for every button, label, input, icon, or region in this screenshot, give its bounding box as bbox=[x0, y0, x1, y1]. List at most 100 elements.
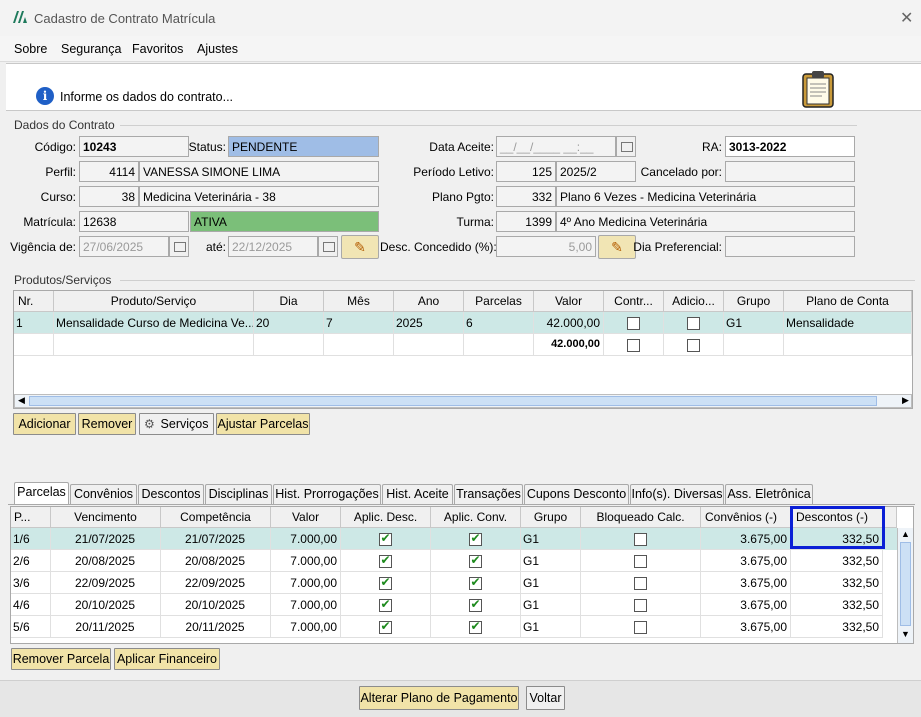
plano-nome-field[interactable]: Plano 6 Vezes - Medicina Veterinária bbox=[556, 186, 855, 207]
calendar-icon[interactable] bbox=[318, 236, 338, 257]
curso-id-field[interactable]: 38 bbox=[79, 186, 139, 207]
checkbox[interactable] bbox=[468, 575, 482, 591]
col-header[interactable]: Mês bbox=[324, 291, 394, 312]
col-header[interactable]: Parcelas bbox=[464, 291, 534, 312]
codigo-field[interactable]: 10243 bbox=[79, 136, 189, 157]
checkbox[interactable] bbox=[468, 553, 482, 569]
ra-field[interactable]: 3013-2022 bbox=[725, 136, 855, 157]
periodo-id-field[interactable]: 125 bbox=[496, 161, 556, 182]
checkbox[interactable] bbox=[378, 597, 392, 613]
checkbox[interactable] bbox=[626, 317, 640, 331]
cell-grupo: G1 bbox=[724, 312, 784, 334]
ajustar-parcelas-button[interactable]: Ajustar Parcelas bbox=[216, 413, 310, 435]
checkbox[interactable] bbox=[378, 553, 392, 569]
menu-seguranca[interactable]: Segurança bbox=[61, 42, 121, 56]
col-header[interactable]: Dia bbox=[254, 291, 324, 312]
checkbox[interactable] bbox=[686, 317, 700, 331]
col-header[interactable]: P... bbox=[11, 507, 51, 528]
turma-id-field[interactable]: 1399 bbox=[496, 211, 556, 232]
scroll-up-icon[interactable]: ▲ bbox=[901, 529, 910, 539]
col-header[interactable]: Grupo bbox=[724, 291, 784, 312]
tab-transacoes[interactable]: Transações bbox=[454, 484, 523, 504]
checkbox[interactable] bbox=[633, 621, 647, 635]
scroll-thumb[interactable] bbox=[900, 542, 911, 626]
calendar-icon[interactable] bbox=[169, 236, 189, 257]
col-header[interactable]: Bloqueado Calc. bbox=[581, 507, 701, 528]
curso-nome-field[interactable]: Medicina Veterinária - 38 bbox=[139, 186, 379, 207]
checkbox[interactable] bbox=[468, 597, 482, 613]
perfil-id-field[interactable]: 4114 bbox=[79, 161, 139, 182]
desconto-field[interactable]: 5,00 bbox=[496, 236, 596, 257]
checkbox[interactable] bbox=[378, 619, 392, 635]
cell-bloq bbox=[581, 528, 701, 550]
status-field[interactable]: PENDENTE bbox=[228, 136, 379, 157]
voltar-button[interactable]: Voltar bbox=[526, 686, 565, 710]
cancelado-field[interactable] bbox=[725, 161, 855, 182]
col-header[interactable]: Adicio... bbox=[664, 291, 724, 312]
servicos-button[interactable]: ⚙ Serviços bbox=[139, 413, 214, 435]
aplicar-financeiro-button[interactable]: Aplicar Financeiro bbox=[114, 648, 220, 670]
checkbox[interactable] bbox=[468, 619, 482, 635]
edit-pencil-icon[interactable]: ✎ bbox=[598, 235, 636, 259]
col-header[interactable]: Convênios (-) bbox=[701, 507, 791, 528]
col-header[interactable]: Valor bbox=[534, 291, 604, 312]
plano-id-field[interactable]: 332 bbox=[496, 186, 556, 207]
matricula-field[interactable]: 12638 bbox=[79, 211, 189, 232]
close-icon[interactable]: ✕ bbox=[900, 8, 913, 28]
calendar-icon[interactable] bbox=[616, 136, 636, 157]
checkbox[interactable] bbox=[378, 531, 392, 547]
tab-hist-prorrogacoes[interactable]: Hist. Prorrogações bbox=[273, 484, 381, 504]
scroll-right-icon[interactable]: ▶ bbox=[902, 395, 909, 406]
col-header[interactable]: Grupo bbox=[521, 507, 581, 528]
tab-cupons[interactable]: Cupons Desconto bbox=[524, 484, 629, 504]
tab-parcelas[interactable]: Parcelas bbox=[14, 482, 69, 504]
tab-disciplinas[interactable]: Disciplinas bbox=[205, 484, 272, 504]
scroll-down-icon[interactable]: ▼ bbox=[901, 629, 910, 639]
checkbox[interactable] bbox=[468, 531, 482, 547]
checkbox[interactable] bbox=[686, 339, 700, 353]
dia-pref-field[interactable] bbox=[725, 236, 855, 257]
scroll-left-icon[interactable]: ◀ bbox=[18, 395, 25, 406]
alterar-plano-button[interactable]: Alterar Plano de Pagamento bbox=[359, 686, 519, 710]
periodo-nome-field[interactable]: 2025/2 bbox=[556, 161, 636, 182]
vertical-scrollbar[interactable]: ▲ ▼ bbox=[897, 528, 913, 643]
vigencia-de-field[interactable]: 27/06/2025 bbox=[79, 236, 169, 257]
tab-infos[interactable]: Info(s). Diversas bbox=[630, 484, 724, 504]
menu-sobre[interactable]: Sobre bbox=[14, 42, 47, 56]
checkbox[interactable] bbox=[633, 533, 647, 547]
matricula-status-field[interactable]: ATIVA bbox=[190, 211, 379, 232]
menu-ajustes[interactable]: Ajustes bbox=[197, 42, 238, 56]
col-header[interactable]: Produto/Serviço bbox=[54, 291, 254, 312]
col-header[interactable]: Ano bbox=[394, 291, 464, 312]
vigencia-ate-field[interactable]: 22/12/2025 bbox=[228, 236, 318, 257]
col-header[interactable]: Plano de Conta bbox=[784, 291, 912, 312]
col-header[interactable]: Valor bbox=[271, 507, 341, 528]
tab-descontos[interactable]: Descontos bbox=[138, 484, 204, 504]
tab-hist-aceite[interactable]: Hist. Aceite bbox=[382, 484, 453, 504]
checkbox[interactable] bbox=[633, 577, 647, 591]
tab-convenios[interactable]: Convênios bbox=[70, 484, 137, 504]
scroll-thumb[interactable] bbox=[29, 396, 877, 406]
tab-ass-eletronica[interactable]: Ass. Eletrônica bbox=[725, 484, 813, 504]
col-header[interactable]: Nr. bbox=[14, 291, 54, 312]
horizontal-scrollbar[interactable]: ◀ ▶ bbox=[14, 394, 912, 408]
adicionar-button[interactable]: Adicionar bbox=[13, 413, 76, 435]
perfil-nome-field[interactable]: VANESSA SIMONE LIMA bbox=[139, 161, 379, 182]
menu-favoritos[interactable]: Favoritos bbox=[132, 42, 183, 56]
remover-parcela-button[interactable]: Remover Parcela bbox=[11, 648, 111, 670]
checkbox[interactable] bbox=[626, 339, 640, 353]
edit-pencil-icon[interactable]: ✎ bbox=[341, 235, 379, 259]
total-cell bbox=[784, 334, 912, 356]
turma-nome-field[interactable]: 4º Ano Medicina Veterinária bbox=[556, 211, 855, 232]
data-aceite-field[interactable]: __/__/____ __:__ bbox=[496, 136, 616, 157]
col-header[interactable]: Aplic. Desc. bbox=[341, 507, 431, 528]
col-header[interactable]: Aplic. Conv. bbox=[431, 507, 521, 528]
checkbox[interactable] bbox=[633, 555, 647, 569]
checkbox[interactable] bbox=[633, 599, 647, 613]
col-header[interactable]: Contr... bbox=[604, 291, 664, 312]
remover-button[interactable]: Remover bbox=[78, 413, 136, 435]
cell-conv bbox=[431, 616, 521, 638]
checkbox[interactable] bbox=[378, 575, 392, 591]
col-header[interactable]: Competência bbox=[161, 507, 271, 528]
col-header[interactable]: Vencimento bbox=[51, 507, 161, 528]
